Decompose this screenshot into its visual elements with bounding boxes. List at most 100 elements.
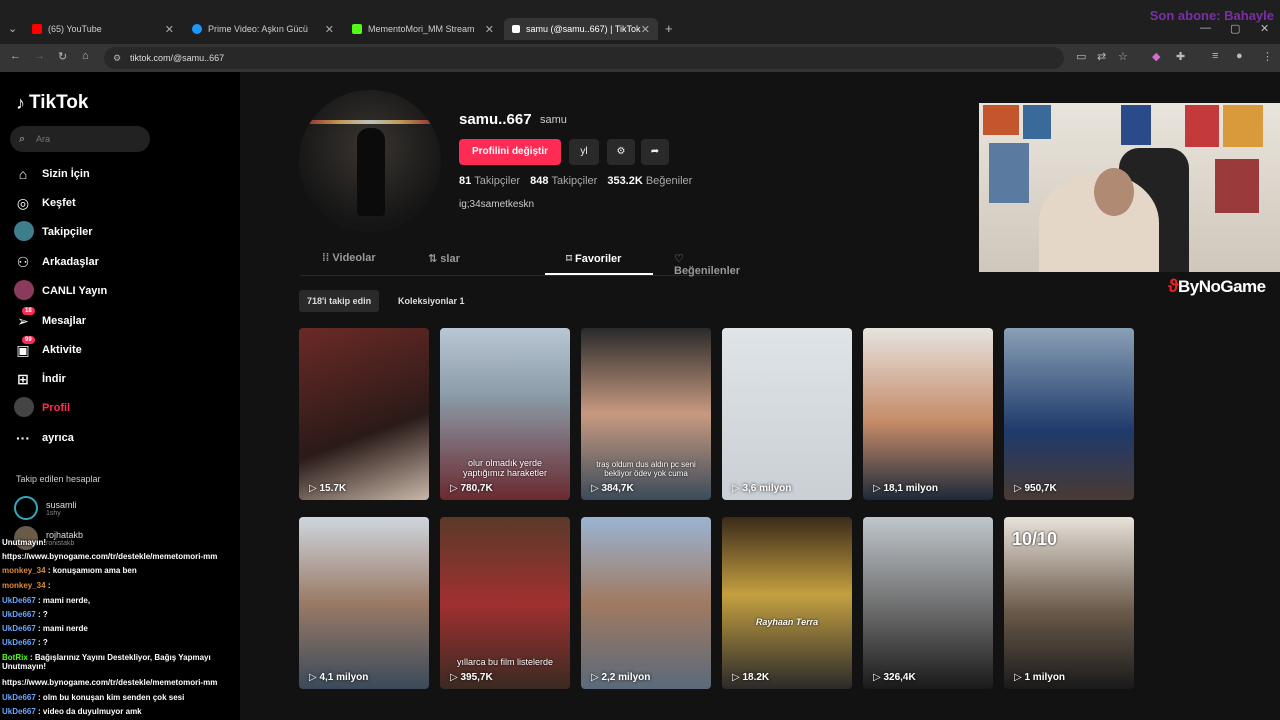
browser-tab-kick[interactable]: MementoMori_MM Stream ✕	[344, 18, 502, 40]
video-card[interactable]: olur olmadık yerde yaptığımız haraketler…	[440, 328, 570, 500]
view-count: ▷ 384,7K	[591, 483, 634, 494]
activity-icon: ▣ 99	[14, 335, 35, 359]
home-icon: ⌂	[18, 166, 28, 182]
extension-icon[interactable]: ◆	[1152, 50, 1160, 63]
chip-followed-posts[interactable]: 718'i takip edin	[299, 290, 380, 312]
sidebar-item-more[interactable]: ··· ayrıca	[14, 426, 74, 450]
tab-favorites[interactable]: ⌑ Favoriler	[566, 252, 621, 265]
following-account[interactable]: susamli 1shy	[14, 496, 77, 520]
home-icon[interactable]: ⌂	[82, 50, 89, 62]
chat-line: UkDe667 : ?	[2, 610, 48, 619]
browser-tab-youtube[interactable]: (65) YouTube ✕	[24, 18, 182, 40]
followers-stat[interactable]: 848 Takipçiler	[530, 175, 597, 187]
close-tab-icon[interactable]: ✕	[325, 23, 334, 36]
browser-tab-prime[interactable]: Prime Video: Aşkın Gücü ✕	[184, 18, 342, 40]
search-input[interactable]: ⌕ Ara	[10, 126, 150, 152]
close-tab-icon[interactable]: ✕	[165, 23, 174, 36]
sidebar-item-for-you[interactable]: ⌂ Sizin İçin	[14, 162, 90, 186]
tab-reposts[interactable]: ⇅ slar	[428, 252, 460, 265]
tiktok-logo[interactable]: ♪ TikTok	[16, 92, 88, 114]
sidebar-item-following[interactable]: Takipçiler	[14, 220, 93, 244]
tab-liked[interactable]: ♡ Beğenilenler	[674, 252, 740, 277]
video-card[interactable]: ▷ 2,2 milyon	[581, 517, 711, 689]
menu-icon[interactable]: ⋮	[1262, 50, 1273, 63]
profile-bio: ig;34sametkeskn	[459, 199, 535, 210]
chat-line: UkDe667 : mami nerde	[2, 624, 88, 633]
sidebar-item-messages[interactable]: ➢ 18 Mesajlar	[14, 306, 86, 333]
following-label: Takipçiler	[474, 175, 521, 187]
tiktok-note-icon: ♪	[16, 92, 25, 113]
sidebar-item-label: Profil	[42, 402, 71, 414]
install-icon[interactable]: ▭	[1076, 50, 1086, 63]
sidebar-item-profile[interactable]: Profil	[14, 396, 70, 420]
video-card[interactable]: ▷ 15.7K	[299, 328, 429, 500]
sidebar-item-download[interactable]: ⊞ İndir	[14, 367, 66, 391]
address-bar[interactable]: ⚙ tiktok.com/@samu..667	[104, 47, 1064, 69]
chat-user: UkDe667	[2, 624, 36, 633]
sidebar-item-label: Arkadaşlar	[42, 256, 99, 268]
share-button[interactable]: ➦	[641, 139, 669, 165]
reading-list-icon[interactable]: ≡	[1212, 50, 1218, 62]
avatar-icon	[14, 396, 34, 420]
bookmark-star-icon[interactable]: ☆	[1118, 50, 1128, 63]
chip-collections[interactable]: Koleksiyonlar 1	[390, 290, 473, 312]
translate-icon[interactable]: ⇄	[1097, 50, 1106, 63]
sidebar: ♪ TikTok ⌕ Ara ⌂ Sizin İçin ◎ Keşfet Tak…	[0, 72, 240, 720]
view-count: ▷ 950,7K	[1014, 483, 1057, 494]
video-card[interactable]: yıllarca bu film listelerde ▷ 395,7K	[440, 517, 570, 689]
close-tab-icon[interactable]: ✕	[485, 23, 494, 36]
video-card[interactable]: 10/10 ▷ 1 milyon	[1004, 517, 1134, 689]
view-count: ▷ 780,7K	[450, 483, 493, 494]
video-card[interactable]: ▷ 950,7K	[1004, 328, 1134, 500]
puzzle-icon[interactable]: ✚	[1176, 50, 1185, 63]
chat-user: UkDe667	[2, 693, 36, 702]
close-window-icon[interactable]: ✕	[1260, 22, 1269, 35]
maximize-icon[interactable]: ▢	[1230, 22, 1240, 35]
tab-list-icon[interactable]: ⌄	[8, 22, 17, 35]
following-accounts-title: Takip edilen hesaplar	[16, 474, 101, 484]
close-tab-icon[interactable]: ✕	[641, 23, 650, 36]
video-card[interactable]: ▷ 3,6 milyon	[722, 328, 852, 500]
forward-icon[interactable]: →	[34, 50, 45, 62]
sidebar-item-friends[interactable]: ⚇ Arkadaşlar	[14, 250, 99, 274]
wall-poster	[983, 105, 1019, 135]
brand-text: ByNoGame	[1177, 277, 1266, 296]
send-icon: ➢ 18	[14, 306, 35, 330]
back-icon[interactable]: ←	[10, 50, 21, 62]
sidebar-item-explore[interactable]: ◎ Keşfet	[14, 191, 76, 215]
likes-count: 353.2K	[607, 175, 643, 187]
video-card[interactable]: Rayhaan Terra ▷ 18.2K	[722, 517, 852, 689]
followers-count: 848	[530, 175, 549, 187]
sidebar-item-label: ayrıca	[42, 432, 74, 444]
video-card[interactable]: ▷ 326,4K	[863, 517, 993, 689]
download-icon: ⊞	[17, 370, 29, 387]
video-card[interactable]: ▷ 4,1 milyon	[299, 517, 429, 689]
chat-user: BotRix	[2, 653, 28, 662]
sidebar-item-label: İndir	[42, 373, 66, 385]
browser-tab-tiktok[interactable]: samu (@samu..667) | TikTok ✕	[504, 18, 658, 40]
view-count: ▷ 3,6 milyon	[732, 483, 792, 494]
minimize-icon[interactable]: —	[1200, 22, 1211, 34]
view-count: ▷ 2,2 milyon	[591, 672, 651, 683]
sidebar-item-live[interactable]: CANLI Yayın	[14, 279, 107, 303]
video-card[interactable]: traş oldum dus aldın pc seni bekliyor öd…	[581, 328, 711, 500]
profile-icon[interactable]: ●	[1236, 50, 1243, 62]
promote-button[interactable]: yl	[569, 139, 599, 165]
tab-videos[interactable]: ⁞⁞ Videolar	[322, 252, 376, 264]
sidebar-item-activity[interactable]: ▣ 99 Aktivite	[14, 335, 82, 362]
avatar	[14, 496, 38, 520]
reload-icon[interactable]: ↻	[58, 50, 67, 63]
settings-button[interactable]: ⚙	[607, 139, 635, 165]
new-tab-icon[interactable]: +	[665, 21, 673, 36]
search-icon: ⌕	[19, 133, 26, 145]
following-stat[interactable]: 81 Takipçiler	[459, 175, 520, 187]
edit-profile-button[interactable]: Profilini değiştir	[459, 139, 561, 165]
chat-line: UkDe667 : olm bu konuşan kim senden çok …	[2, 693, 185, 702]
prime-icon	[192, 24, 202, 34]
chat-line: monkey_34 : konuşamıom ama ben	[2, 566, 137, 575]
profile-username: samu..667	[459, 111, 532, 128]
video-card[interactable]: ▷ 18,1 milyon	[863, 328, 993, 500]
url-text: tiktok.com/@samu..667	[130, 53, 225, 63]
site-info-icon[interactable]: ⚙	[113, 47, 121, 69]
video-caption: Rayhaan Terra	[755, 617, 819, 627]
